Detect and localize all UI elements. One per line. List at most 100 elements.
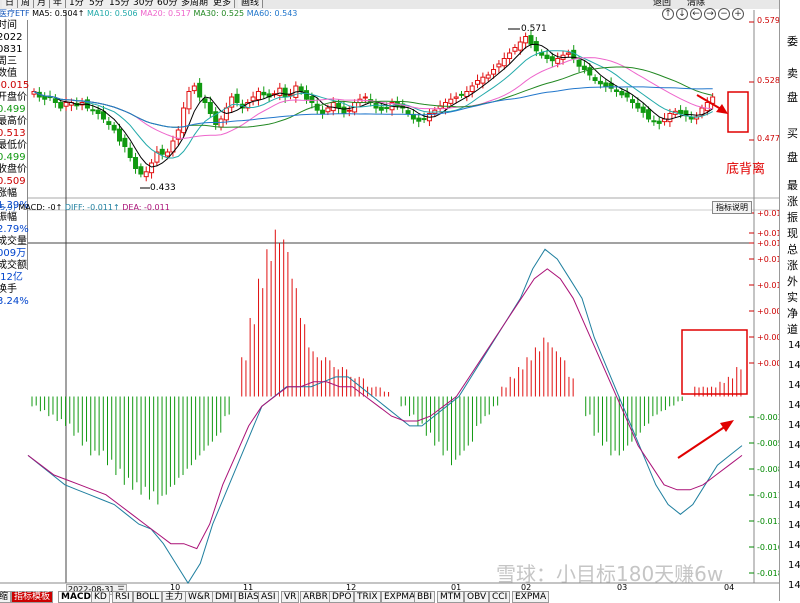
menu-item-period[interactable]: 年	[50, 0, 67, 8]
info-value: 0.499	[0, 104, 26, 115]
ma20-line	[33, 57, 713, 139]
candle-body	[640, 106, 646, 113]
indicator-tab[interactable]: 主力	[162, 591, 187, 603]
arrow-left-icon[interactable]: ←	[690, 8, 702, 20]
right-panel-number: 14	[788, 480, 800, 491]
candle-body	[234, 93, 240, 104]
candle-body	[111, 124, 117, 131]
indicator-tab[interactable]: 缩	[0, 591, 12, 603]
menu-item-period[interactable]: 画线	[238, 0, 264, 8]
candle-body	[704, 102, 710, 112]
menu-item-period[interactable]: 周	[18, 0, 35, 8]
right-panel-label: 振	[787, 211, 798, 224]
info-value: 2.79%	[0, 224, 29, 235]
info-value: 2022	[0, 32, 23, 43]
info-label: 时间	[0, 20, 17, 31]
right-panel-number: 14	[788, 560, 800, 571]
arrow-down-icon[interactable]: ↓	[676, 8, 688, 20]
indicator-tab[interactable]: OBV	[464, 591, 490, 603]
candle-body	[127, 147, 133, 158]
info-label: 振幅	[0, 212, 17, 223]
menu-item-period[interactable]: 5分	[86, 0, 108, 8]
indicator-tab[interactable]: EXPMA	[381, 591, 419, 603]
menu-item-period[interactable]: 月	[34, 0, 51, 8]
info-value: 3.24%	[0, 296, 29, 307]
divergence-price-box	[727, 91, 749, 133]
right-panel-number: 14	[788, 340, 800, 351]
chart-canvas[interactable]	[0, 0, 800, 601]
info-label: 成交量	[0, 236, 27, 247]
candle-body	[630, 99, 635, 103]
menu-item-period[interactable]: 1分	[66, 0, 88, 8]
indicator-tab[interactable]: RSI	[112, 591, 133, 603]
menu-item-period[interactable]: 更多	[210, 0, 236, 8]
indicator-tab[interactable]: ARBR	[300, 591, 331, 603]
indicator-tab[interactable]: TRIX	[354, 591, 381, 603]
info-label: 最高价	[0, 116, 27, 127]
candle-body	[656, 120, 662, 124]
info-label: 数值	[0, 68, 17, 79]
ma-legend: 医疗ETF MA5: 0.504↑ MA10: 0.506 MA20: 0.51…	[0, 9, 297, 19]
diff-dea-lines-group	[27, 248, 743, 584]
candle-body	[523, 36, 529, 44]
zoom-in-icon[interactable]: +	[732, 8, 744, 20]
menu-item-period[interactable]: 多周期	[178, 0, 213, 8]
candle-body	[325, 107, 331, 113]
info-value: 0.499	[0, 152, 26, 163]
menu-item-period[interactable]: 日	[2, 0, 19, 8]
indicator-tab[interactable]: 指标模板	[11, 591, 54, 603]
arrow-up-icon[interactable]: ↑	[662, 8, 674, 20]
candle-body	[651, 120, 657, 123]
ma10-legend: MA10: 0.506	[86, 9, 138, 18]
indicator-tab[interactable]: MACD	[58, 591, 94, 603]
candle-body	[475, 80, 481, 85]
zoom-out-icon[interactable]: −	[718, 8, 730, 20]
indicator-tab[interactable]: ASI	[258, 591, 279, 603]
candle-body	[42, 95, 48, 100]
candle-body	[581, 65, 587, 70]
candle-body	[587, 67, 593, 76]
candle-body	[250, 96, 256, 102]
indicator-tab[interactable]: EXPMA	[512, 591, 550, 603]
indicator-tab[interactable]: W&R	[185, 591, 214, 603]
indicator-tab[interactable]: MTM	[437, 591, 465, 603]
candle-body	[384, 107, 390, 110]
back-button[interactable]: 退回	[653, 0, 671, 8]
candle-body	[603, 82, 609, 87]
candle-body	[133, 157, 139, 169]
candle-body	[544, 54, 550, 60]
candle-body	[442, 102, 448, 109]
price-tick-2: 0.477	[757, 134, 780, 143]
candle-body	[517, 41, 523, 51]
candle-body	[336, 102, 342, 109]
right-panel-number: 14	[788, 420, 800, 431]
macd-value: MACD: -0↑	[18, 203, 63, 212]
candle-body	[255, 91, 261, 101]
candle-body	[667, 113, 673, 123]
info-label: 最低价	[0, 140, 27, 151]
right-panel-label: 委	[787, 35, 798, 48]
security-name: 医疗ETF	[0, 9, 30, 18]
ma20-legend: MA20: 0.517	[140, 9, 191, 18]
diff-line	[27, 248, 743, 584]
candle-body	[282, 87, 288, 98]
left-info-panel: 时间 2022 0831 周三 数值 -0.015 开盘价 0.499 最高价 0.513 最低价 0…	[0, 20, 29, 307]
right-panel-label: 净	[787, 307, 798, 320]
price-tick-1: 0.528	[757, 76, 780, 85]
clear-button[interactable]: 清除	[687, 0, 705, 8]
candle-body	[63, 102, 69, 107]
indicator-tab[interactable]: DPO	[329, 591, 355, 603]
indicator-tab[interactable]: CCI	[489, 591, 511, 603]
macd-histogram-group	[31, 229, 742, 505]
indicator-tab[interactable]: BBI	[414, 591, 436, 603]
indicator-help-button[interactable]: 指标说明	[712, 201, 752, 214]
price-tick-0: 0.579	[757, 16, 780, 25]
dea-value: DEA: -0.011	[122, 203, 170, 212]
indicator-tab[interactable]: VR	[281, 591, 300, 603]
indicator-tab[interactable]: BOLL	[133, 591, 163, 603]
indicator-tab[interactable]: KD	[91, 591, 110, 603]
indicator-tab[interactable]: DMI	[212, 591, 236, 603]
arrow-right-icon[interactable]: →	[704, 8, 716, 20]
x-month-label: 04	[724, 583, 735, 592]
candle-body	[304, 90, 310, 100]
